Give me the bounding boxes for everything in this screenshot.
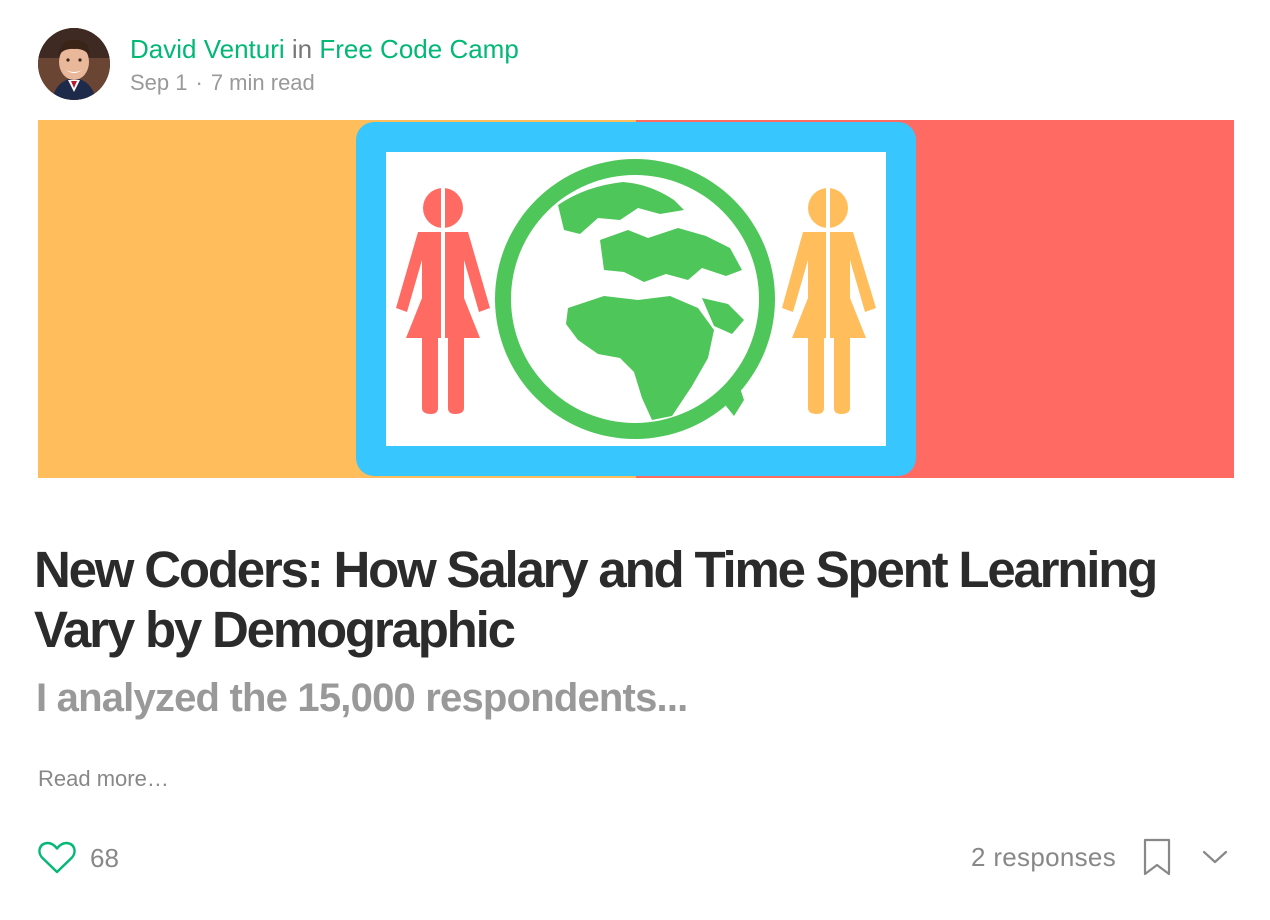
post-date[interactable]: Sep 1 [130, 70, 188, 95]
more-options-button[interactable] [1200, 837, 1230, 877]
read-more-link[interactable]: Read more… [38, 764, 169, 794]
post-title[interactable]: New Coders: How Salary and Time Spent Le… [34, 540, 1234, 660]
bookmark-button[interactable] [1142, 837, 1172, 877]
post-meta: David Venturi in Free Code Camp Sep 1 · 7 … [130, 32, 519, 98]
post-actions-left: 68 [38, 838, 119, 878]
post-actions-right: 2 responses [971, 836, 1230, 878]
post-subtitle[interactable]: I analyzed the 15,000 respondents... [36, 672, 1236, 724]
separator-dot: · [195, 70, 203, 95]
hero-illustration [38, 120, 1234, 478]
heart-icon [38, 841, 76, 874]
author-avatar[interactable] [38, 28, 110, 100]
responses-link[interactable]: 2 responses [971, 842, 1116, 873]
avatar-image [38, 28, 110, 100]
recommend-count[interactable]: 68 [90, 843, 119, 874]
byline: David Venturi in Free Code Camp [130, 32, 519, 66]
globe-icon [495, 159, 775, 439]
author-link[interactable]: David Venturi [130, 34, 285, 64]
chevron-down-icon [1202, 850, 1228, 864]
hero-image[interactable] [38, 120, 1234, 478]
bookmark-icon [1143, 838, 1171, 876]
recommend-button[interactable] [38, 839, 76, 877]
post-card: David Venturi in Free Code Camp Sep 1 · 7 … [0, 0, 1270, 920]
post-date-readtime: Sep 1 · 7 min read [130, 68, 519, 98]
in-label: in [291, 34, 313, 64]
publication-link[interactable]: Free Code Camp [319, 34, 518, 64]
read-time: 7 min read [210, 70, 315, 95]
